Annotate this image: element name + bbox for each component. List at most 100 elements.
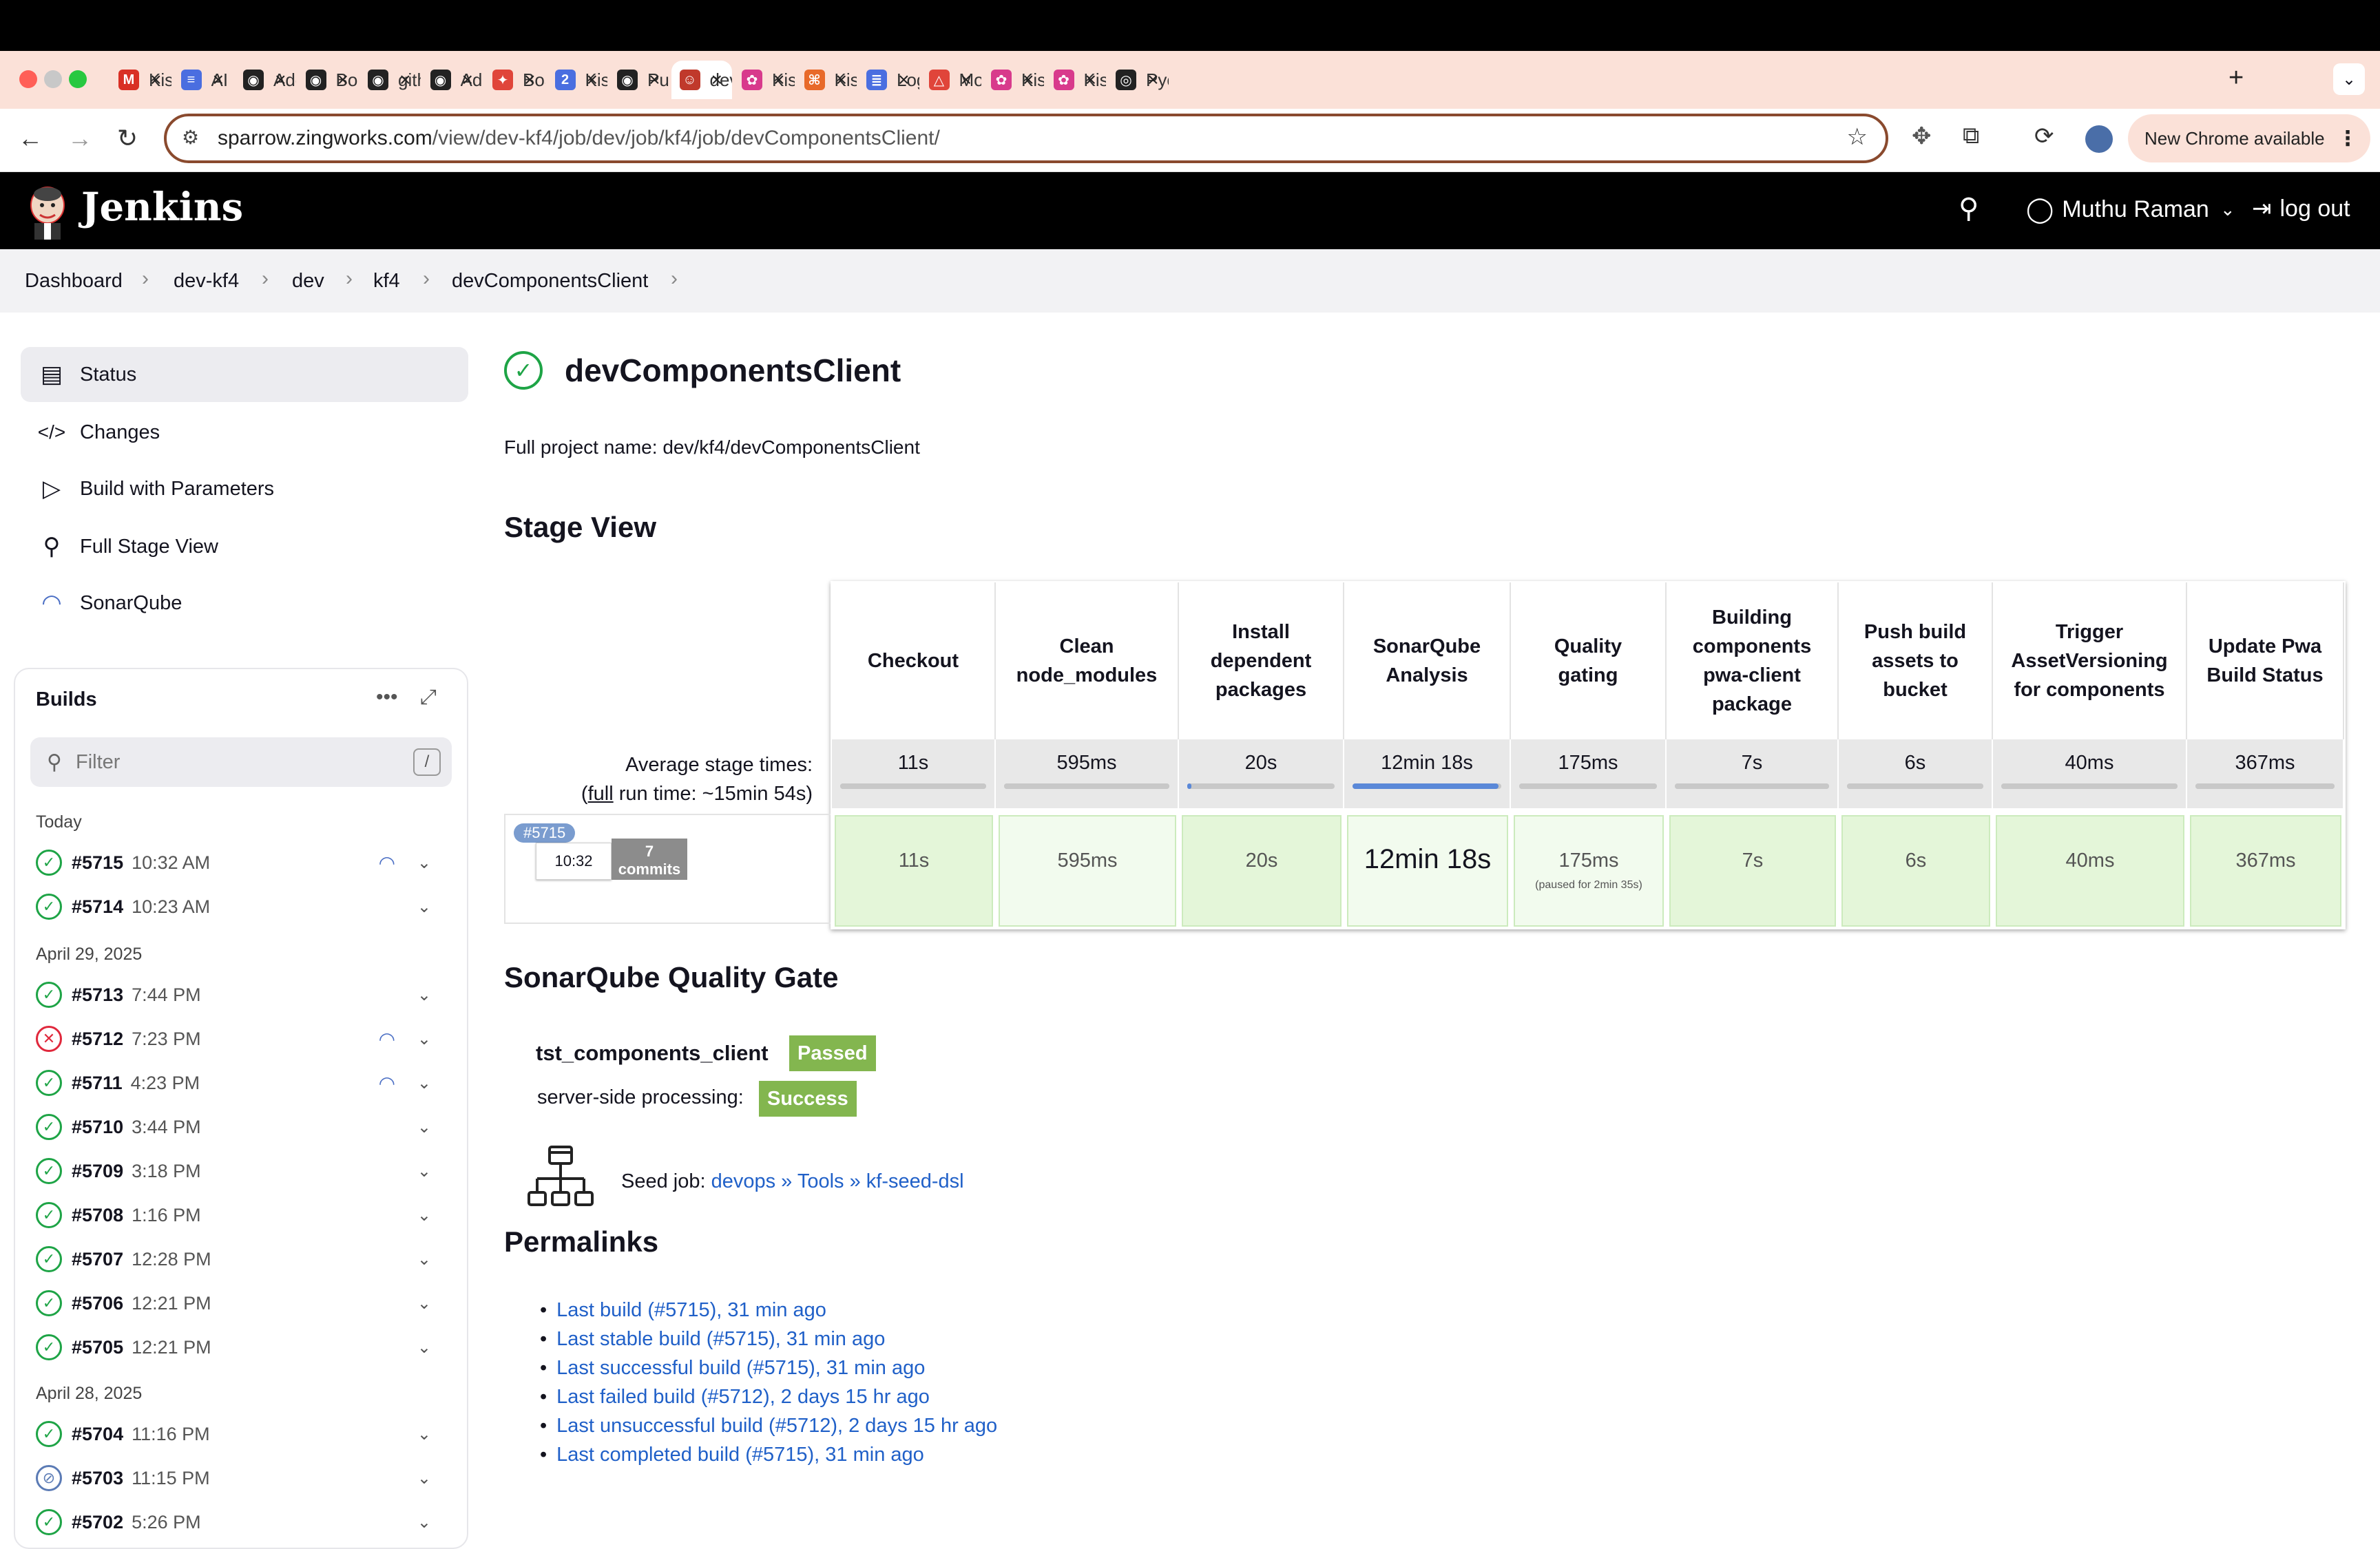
build-number[interactable]: #5712 (72, 1029, 123, 1050)
sonarqube-icon[interactable]: ◠ (379, 1072, 395, 1095)
build-number[interactable]: #5709 (72, 1161, 123, 1182)
chevron-down-icon[interactable]: ⌄ (417, 985, 431, 1005)
browser-tab[interactable]: 2 Kis × (547, 61, 607, 99)
commits-badge[interactable]: 7 commits (612, 839, 687, 880)
browser-tab[interactable]: ◉Pull× (609, 61, 670, 99)
permalink-link[interactable]: Last failed build (#5712), 2 days 15 hr … (556, 1386, 930, 1408)
tab-close-icon[interactable]: × (1023, 69, 1034, 91)
full-run-link[interactable]: full (588, 783, 614, 805)
browser-tab[interactable]: ◉Add× (422, 61, 483, 99)
build-row[interactable]: ✓ #5704 11:16 PM ⌄ (36, 1417, 442, 1451)
breadcrumb-dev-kf4[interactable]: dev-kf4 (174, 270, 239, 293)
tab-close-icon[interactable]: × (773, 69, 784, 91)
browser-tab[interactable]: ◎Pyc× (1107, 61, 1169, 99)
minimize-window-button[interactable] (44, 70, 62, 88)
browser-tab[interactable]: ◉Add× (235, 61, 296, 99)
build-badge[interactable]: #5715 (514, 823, 576, 843)
build-row[interactable]: ✓ #5713 7:44 PM ⌄ (36, 978, 442, 1012)
chevron-down-icon[interactable]: ⌄ (417, 853, 431, 873)
stage-run-cell[interactable]: 40ms (1996, 815, 2184, 927)
stage-run-cell[interactable]: 175ms (paused for 2min 35s) (1514, 815, 1664, 927)
build-row[interactable]: ✓ #5706 12:21 PM ⌄ (36, 1286, 442, 1320)
seed-job-link[interactable]: devops » Tools » kf-seed-dsl (711, 1170, 964, 1192)
user-menu[interactable]: ◯ Muthu Raman ⌄ (2026, 195, 2235, 224)
breadcrumb-separator-icon[interactable]: › (671, 267, 678, 291)
breadcrumb-devcomponentsclient[interactable]: devComponentsClient (452, 270, 648, 293)
expand-icon[interactable]: ⤢ (420, 686, 437, 709)
more-options-icon[interactable]: ••• (376, 686, 398, 709)
build-number[interactable]: #5705 (72, 1337, 123, 1358)
build-row[interactable]: ⊘ #5703 11:15 PM ⌄ (36, 1461, 442, 1495)
breadcrumb-dashboard[interactable]: Dashboard (25, 270, 123, 293)
chevron-down-icon[interactable]: ⌄ (417, 1161, 431, 1181)
chevron-down-icon[interactable]: ⌄ (417, 897, 431, 917)
builds-filter-input[interactable]: ⚲ Filter / (30, 737, 452, 787)
build-row[interactable]: ✓ #5711 4:23 PM ◠ ⌄ (36, 1066, 442, 1100)
profile-avatar[interactable] (2085, 125, 2113, 153)
tab-close-icon[interactable]: × (587, 69, 598, 91)
chevron-down-icon[interactable]: ⌄ (417, 1117, 431, 1137)
tab-close-icon[interactable]: × (275, 69, 286, 91)
sonar-project-name[interactable]: tst_components_client (536, 1041, 769, 1066)
tab-close-icon[interactable]: × (711, 69, 722, 91)
build-number[interactable]: #5704 (72, 1424, 123, 1445)
tab-close-icon[interactable]: × (399, 69, 410, 91)
build-number[interactable]: #5706 (72, 1293, 123, 1314)
logout-link[interactable]: ⇥ log out (2252, 195, 2350, 222)
sonarqube-icon[interactable]: ◠ (379, 852, 395, 874)
site-info-icon[interactable]: ⚙ (182, 126, 199, 149)
chevron-down-icon[interactable]: ⌄ (417, 1073, 431, 1093)
bookmark-star-icon[interactable]: ☆ (1847, 123, 1868, 151)
chevron-down-icon[interactable]: ⌄ (417, 1205, 431, 1225)
sidebar-item-status[interactable]: ▤ Status (21, 347, 468, 402)
tab-close-icon[interactable]: × (462, 69, 473, 91)
permalink-link[interactable]: Last completed build (#5715), 31 min ago (556, 1444, 924, 1466)
chevron-down-icon[interactable]: ⌄ (417, 1294, 431, 1314)
stage-run-cell[interactable]: 367ms (2190, 815, 2341, 927)
tab-close-icon[interactable]: × (898, 69, 909, 91)
build-row[interactable]: ✓ #5714 10:23 AM ⌄ (36, 889, 442, 924)
browser-tab[interactable]: ☺dev× (671, 61, 732, 99)
chevron-down-icon[interactable]: ⌄ (417, 1513, 431, 1532)
tab-close-icon[interactable]: × (213, 69, 224, 91)
build-row[interactable]: ✓ #5702 5:26 PM ⌄ (36, 1505, 442, 1539)
tab-close-icon[interactable]: × (524, 69, 535, 91)
new-tab-button[interactable]: + (2228, 63, 2244, 93)
browser-tab[interactable]: M Kis × (110, 61, 171, 99)
sidebar-item-changes[interactable]: </> Changes (21, 405, 468, 460)
build-number[interactable]: #5715 (72, 852, 123, 874)
reload-button[interactable]: ↻ (117, 124, 138, 153)
browser-tab[interactable]: ≡AI b× (173, 61, 233, 99)
build-row[interactable]: ✕ #5712 7:23 PM ◠ ⌄ (36, 1022, 442, 1056)
tab-close-icon[interactable]: × (1085, 69, 1096, 91)
stage-run-cell[interactable]: 595ms (999, 815, 1176, 927)
build-number[interactable]: #5710 (72, 1117, 123, 1138)
tab-close-icon[interactable]: × (649, 69, 660, 91)
permalink-link[interactable]: Last build (#5715), 31 min ago (556, 1299, 826, 1321)
permalink-link[interactable]: Last stable build (#5715), 31 min ago (556, 1328, 885, 1350)
more-menu-icon[interactable]: ⋮ (2337, 127, 2358, 151)
stage-run-cell[interactable]: 7s (1669, 815, 1836, 927)
tab-close-icon[interactable]: × (150, 69, 161, 91)
tab-close-icon[interactable]: × (337, 69, 348, 91)
chevron-down-icon[interactable]: ⌄ (417, 1250, 431, 1269)
build-number[interactable]: #5707 (72, 1249, 123, 1270)
permalink-link[interactable]: Last successful build (#5715), 31 min ag… (556, 1357, 925, 1379)
browser-tab[interactable]: ✿ Kis × (733, 61, 795, 99)
sidebar-item-full-stage-view[interactable]: ⚲ Full Stage View (21, 519, 468, 574)
forward-button[interactable]: → (67, 124, 92, 153)
permalink-link[interactable]: Last unsuccessful build (#5712), 2 days … (556, 1415, 997, 1437)
browser-tab[interactable]: ✦Boa× (484, 61, 545, 99)
browser-tab[interactable]: ≣Log× (858, 61, 919, 99)
chevron-down-icon[interactable]: ⌄ (417, 1338, 431, 1358)
move-icon[interactable]: ✥ (1912, 123, 1932, 150)
zoom-window-button[interactable] (69, 70, 87, 88)
chrome-update-button[interactable]: New Chrome available ⋮ (2128, 114, 2370, 162)
browser-tab[interactable]: ✿ Kis × (1045, 61, 1106, 99)
chevron-down-icon[interactable]: ⌄ (417, 1468, 431, 1488)
jenkins-title[interactable]: Jenkins (81, 185, 243, 230)
browser-tab[interactable]: ◉Boa× (298, 61, 358, 99)
build-number[interactable]: #5702 (72, 1512, 123, 1533)
address-bar[interactable]: ⚙ sparrow.zingworks.com/view/dev-kf4/job… (164, 114, 1888, 163)
tab-close-icon[interactable]: × (836, 69, 847, 91)
